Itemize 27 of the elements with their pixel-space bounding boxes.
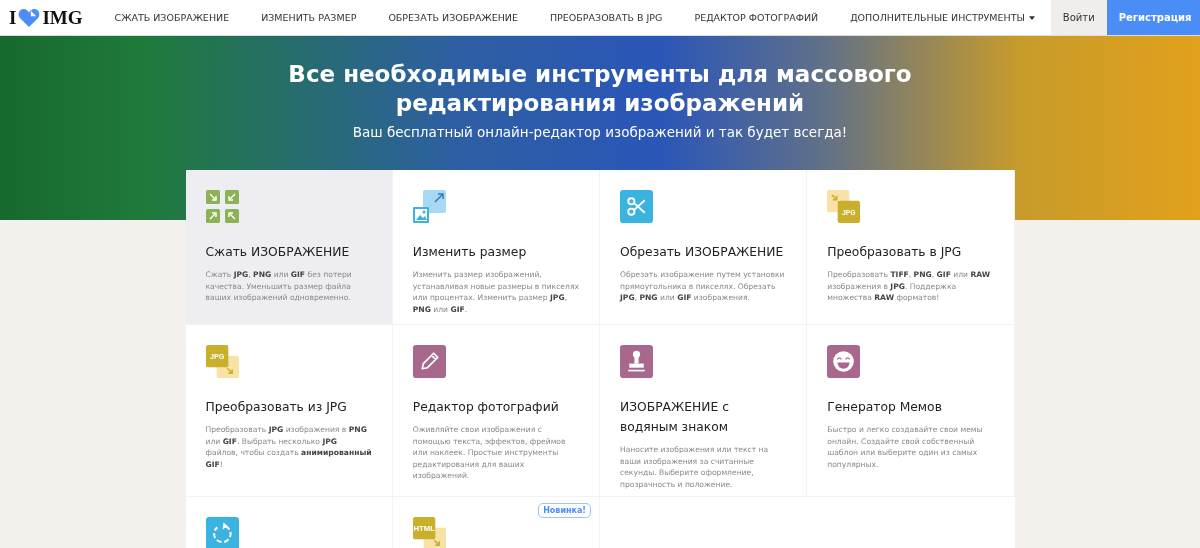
tool-title: ИЗОБРАЖЕНИЕ с водяным знаком [620, 399, 730, 436]
tool-title: Редактор фотографий [412, 399, 560, 416]
nav-link[interactable]: СЖАТЬ ИЗОБРАЖЕНИЕ [98, 12, 246, 23]
rotate-icon [205, 517, 239, 548]
logo[interactable]: I IMG [0, 0, 99, 35]
scissors-icon [620, 190, 653, 223]
tool-title: Генератор Мемов [827, 399, 943, 416]
resize-image-icon [412, 190, 446, 223]
tool-title: Преобразовать в JPG [827, 244, 963, 261]
laughing-face-icon [827, 345, 861, 378]
nav-link[interactable]: ИЗМЕНИТЬ РАЗМЕР [245, 12, 373, 23]
compress-arrows-icon [205, 190, 239, 223]
new-badge: Новинка! [538, 503, 591, 518]
tool-title: Сжать ИЗОБРАЖЕНИЕ [205, 244, 351, 261]
heart-icon [17, 7, 42, 28]
nav-link[interactable]: ОБРЕЗАТЬ ИЗОБРАЖЕНИЕ [372, 12, 534, 23]
tool-title: Преобразовать из JPG [205, 399, 348, 416]
nav-link[interactable]: РЕДАКТОР ФОТОГРАФИЙ [678, 12, 835, 23]
nav-link[interactable]: ДОПОЛНИТЕЛЬНЫЕ ИНСТРУМЕНТЫ [834, 12, 1051, 23]
hero-subtitle: Ваш бесплатный онлайн-редактор изображений и так будет всегда! [351, 124, 849, 140]
pencil-icon [412, 345, 446, 378]
login-button[interactable]: Войти [1050, 0, 1107, 35]
stamp-icon [620, 345, 653, 378]
tool-title: Обрезать ИЗОБРАЖЕНИЕ [620, 244, 785, 261]
nav-link[interactable]: ПРЕОБРАЗОВАТЬ В JPG [533, 12, 679, 23]
hero-title: Все необходимые инструменты для массового редактирования изображений [287, 60, 913, 118]
tool-title: Изменить размер [412, 244, 528, 261]
